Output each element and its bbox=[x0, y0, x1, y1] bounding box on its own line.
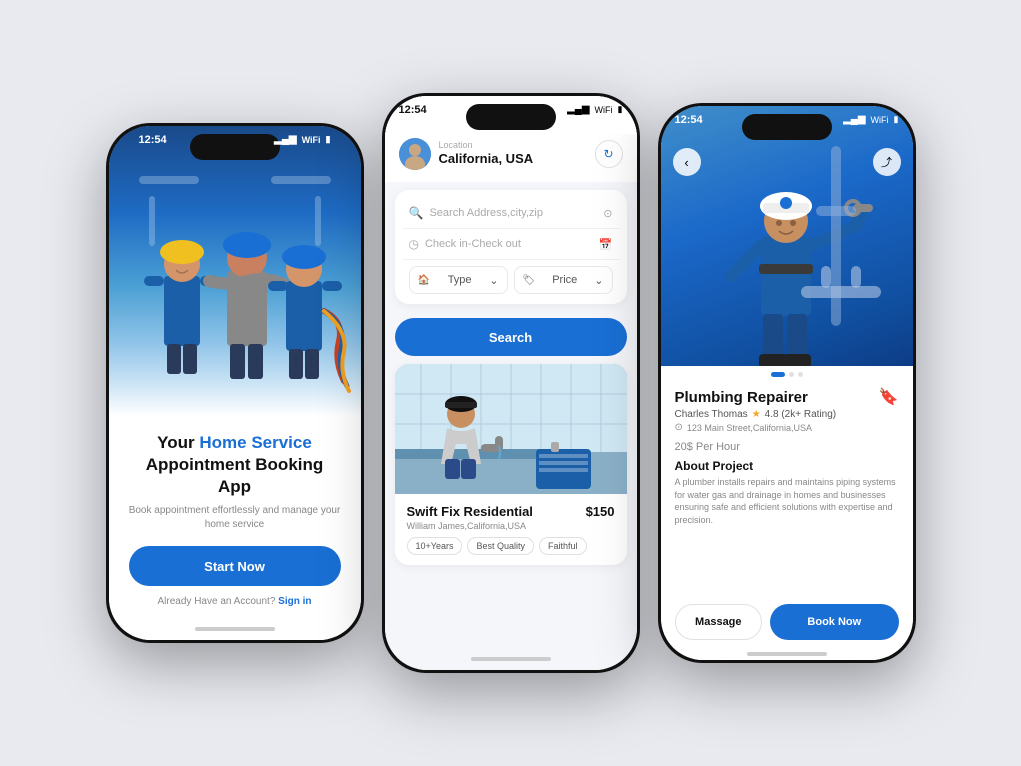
dot-2 bbox=[789, 372, 794, 377]
workers-svg bbox=[109, 156, 361, 416]
price-display: 20$ Per Hour bbox=[675, 437, 899, 453]
plumber-hero-svg bbox=[661, 106, 913, 366]
star-icon: ★ bbox=[752, 409, 761, 420]
calendar-icon: ◷ bbox=[409, 237, 419, 251]
address-text: 123 Main Street,California,USA bbox=[687, 423, 812, 433]
service-price: $150 bbox=[586, 504, 615, 519]
info-provider-row: Charles Thomas ★ 4.8 (2k+ Rating) bbox=[675, 409, 899, 420]
hero-section bbox=[109, 126, 361, 416]
kitchen-bg-svg bbox=[395, 364, 627, 494]
phone-3: 12:54 ▂▄▆ WiFi ▮ ‹ ⤴ bbox=[658, 103, 916, 663]
chevron-down-icon-2: ⌄ bbox=[594, 274, 603, 287]
wifi-icon-2: WiFi bbox=[595, 105, 613, 115]
phone-1: 12:54 ▂▄▆ WiFi ▮ bbox=[106, 123, 364, 643]
service-card-body: Swift Fix Residential $150 William James… bbox=[395, 494, 627, 565]
signal-icon-3: ▂▄▆ bbox=[843, 114, 865, 125]
settings-icon: ⊙ bbox=[603, 207, 612, 220]
status-icons-2: ▂▄▆ WiFi ▮ bbox=[567, 104, 622, 115]
tag-years: 10+Years bbox=[407, 537, 463, 555]
signin-row: Already Have an Account? Sign in bbox=[158, 596, 312, 607]
signal-icon-2: ▂▄▆ bbox=[567, 104, 589, 115]
refresh-button[interactable]: ↻ bbox=[595, 140, 623, 168]
phone-1-bottom: Your Home Service Appointment Booking Ap… bbox=[109, 416, 361, 640]
avatar bbox=[399, 138, 431, 170]
wifi-icon-1: WiFi bbox=[302, 135, 321, 145]
type-label: Type bbox=[448, 274, 472, 286]
address-input[interactable]: Search Address,city,zip bbox=[429, 207, 603, 219]
service-card-image bbox=[395, 364, 627, 494]
headline: Your Home Service Appointment Booking Ap… bbox=[129, 432, 341, 498]
checkin-row[interactable]: ◷ Check in-Check out 📅 bbox=[403, 229, 619, 260]
info-title: Plumbing Repairer bbox=[675, 389, 808, 406]
service-location: William James,California,USA bbox=[407, 521, 615, 531]
nav-buttons: ‹ ⤴ bbox=[661, 148, 913, 176]
rating-text: 4.8 (2k+ Rating) bbox=[765, 409, 836, 420]
massage-button[interactable]: Massage bbox=[675, 604, 763, 640]
price-select[interactable]: 🏷 Price ⌄ bbox=[514, 266, 613, 294]
service-title-row: Swift Fix Residential $150 bbox=[407, 504, 615, 519]
phones-container: 12:54 ▂▄▆ WiFi ▮ bbox=[106, 93, 916, 673]
type-select[interactable]: 🏠 Type ⌄ bbox=[409, 266, 508, 294]
about-text: A plumber installs repairs and maintains… bbox=[675, 476, 899, 526]
address-row[interactable]: 🔍 Search Address,city,zip ⊙ bbox=[403, 198, 619, 229]
time-3: 12:54 bbox=[675, 114, 703, 126]
battery-icon-2: ▮ bbox=[618, 104, 623, 115]
search-icon: 🔍 bbox=[409, 206, 424, 220]
checkin-input[interactable]: Check in-Check out bbox=[425, 238, 599, 250]
chevron-down-icon: ⌄ bbox=[489, 274, 498, 287]
dots-indicator bbox=[661, 366, 913, 381]
time-1: 12:54 bbox=[125, 134, 167, 146]
service-title: Swift Fix Residential bbox=[407, 504, 533, 519]
battery-icon-1: ▮ bbox=[326, 134, 331, 145]
signin-link[interactable]: Sign in bbox=[275, 596, 311, 607]
dynamic-island-3 bbox=[742, 114, 832, 140]
info-address-row: ⊙ 123 Main Street,California,USA bbox=[675, 422, 899, 433]
status-icons-3: ▂▄▆ WiFi ▮ bbox=[843, 114, 898, 125]
dot-3 bbox=[798, 372, 803, 377]
price-icon: 🏷 bbox=[523, 275, 536, 286]
price-label: Price bbox=[552, 274, 577, 286]
tag-faithful: Faithful bbox=[539, 537, 587, 555]
type-icon: 🏠 bbox=[418, 275, 430, 286]
service-card[interactable]: Swift Fix Residential $150 William James… bbox=[395, 364, 627, 565]
battery-icon-3: ▮ bbox=[894, 114, 899, 125]
about-title: About Project bbox=[675, 459, 899, 473]
wifi-icon-3: WiFi bbox=[871, 115, 889, 125]
location-text: Location California, USA bbox=[439, 140, 534, 168]
time-2: 12:54 bbox=[399, 104, 427, 116]
dynamic-island-2 bbox=[466, 104, 556, 130]
pin-icon: ⊙ bbox=[675, 422, 683, 433]
start-button[interactable]: Start Now bbox=[129, 546, 341, 586]
location-label: Location bbox=[439, 140, 534, 150]
location-value: California, USA bbox=[439, 151, 534, 166]
back-button[interactable]: ‹ bbox=[673, 148, 701, 176]
action-buttons: Massage Book Now bbox=[661, 604, 913, 648]
provider-name: Charles Thomas bbox=[675, 409, 748, 420]
tag-quality: Best Quality bbox=[467, 537, 534, 555]
service-tags: 10+Years Best Quality Faithful bbox=[407, 537, 615, 555]
phone-3-info: Plumbing Repairer 🔖 Charles Thomas ★ 4.8… bbox=[661, 381, 913, 604]
subtext: Book appointment effortlessly and manage… bbox=[129, 504, 341, 532]
signal-icon-1: ▂▄▆ bbox=[274, 134, 296, 145]
calendar-right-icon: 📅 bbox=[599, 238, 613, 251]
phone-3-hero: 12:54 ▂▄▆ WiFi ▮ ‹ ⤴ bbox=[661, 106, 913, 366]
location-block: Location California, USA bbox=[399, 138, 534, 170]
selects-row: 🏠 Type ⌄ 🏷 Price ⌄ bbox=[403, 260, 619, 296]
status-icons-1: ▂▄▆ WiFi ▮ bbox=[274, 134, 344, 145]
share-button[interactable]: ⤴ bbox=[873, 148, 901, 176]
search-form: 🔍 Search Address,city,zip ⊙ ◷ Check in-C… bbox=[395, 190, 627, 304]
phone-2: 12:54 ▂▄▆ WiFi ▮ bbox=[382, 93, 640, 673]
bookmark-icon[interactable]: 🔖 bbox=[879, 387, 899, 407]
book-now-button[interactable]: Book Now bbox=[770, 604, 898, 640]
info-title-row: Plumbing Repairer 🔖 bbox=[675, 387, 899, 407]
dot-1 bbox=[771, 372, 785, 377]
search-button[interactable]: Search bbox=[395, 318, 627, 356]
